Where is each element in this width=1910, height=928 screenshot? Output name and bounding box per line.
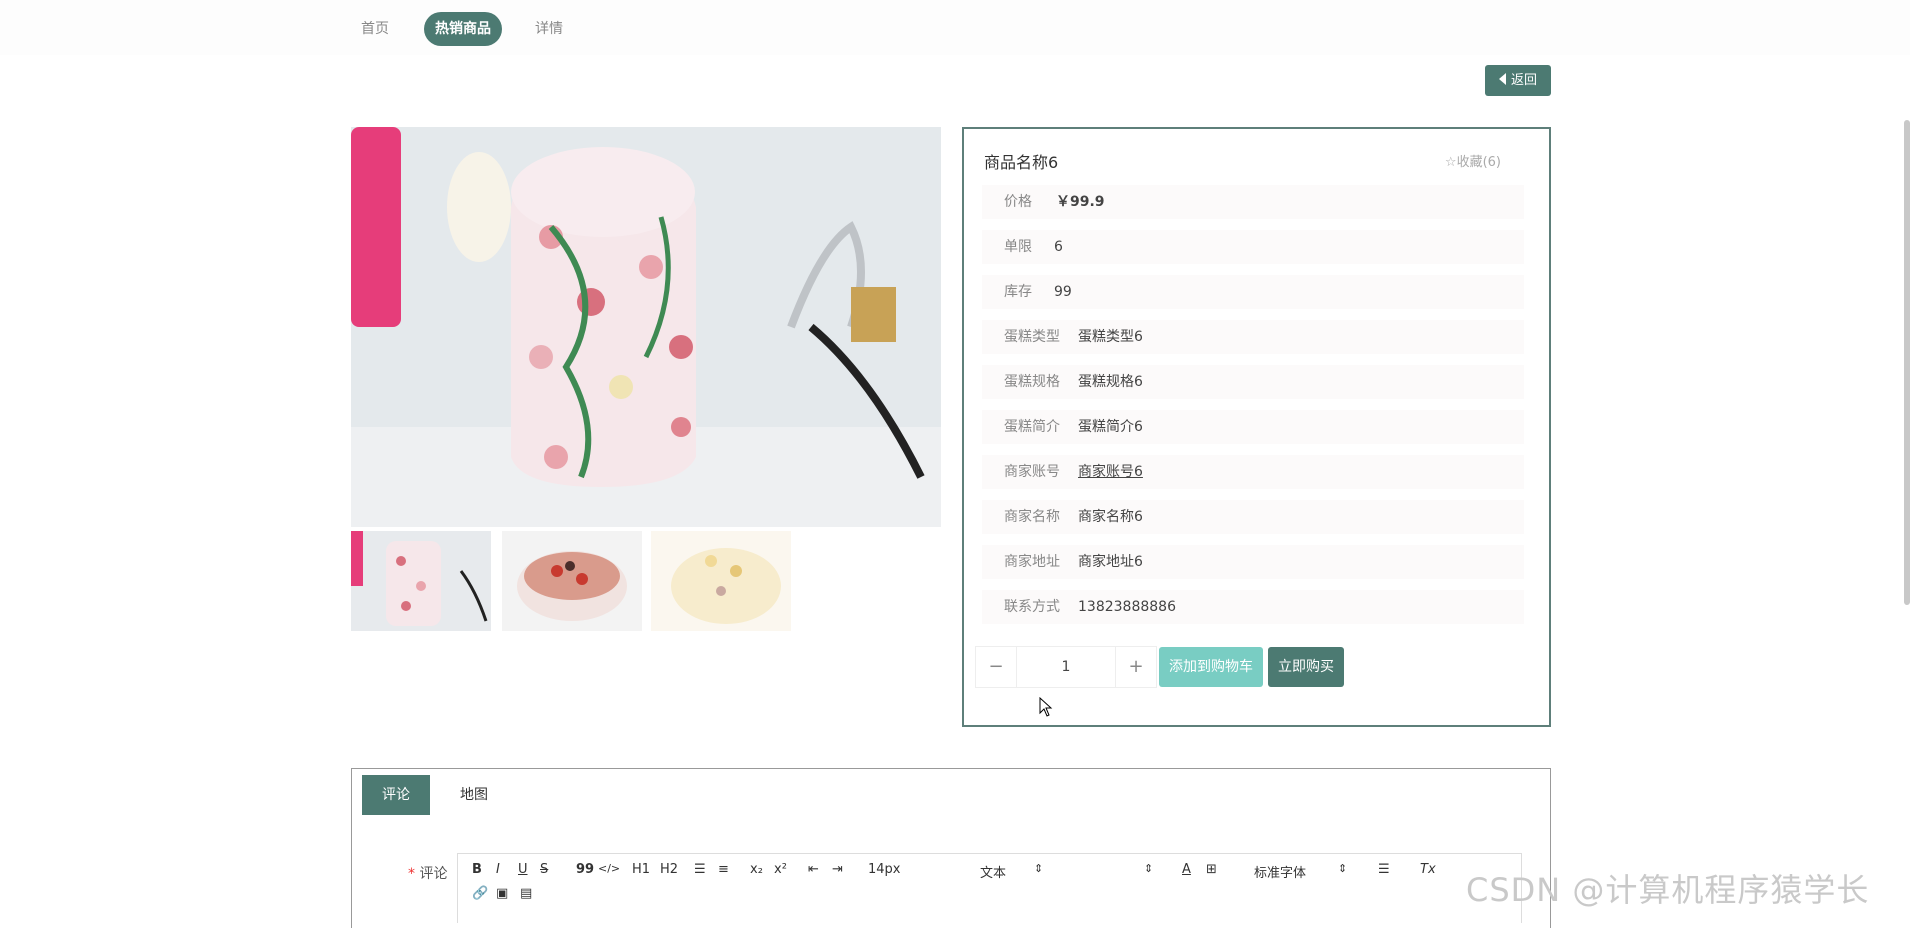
font-family-arrow-icon: ⇕ (1338, 862, 1348, 875)
align-icon[interactable]: ☰ (1378, 862, 1390, 877)
thumbnail-2-image (502, 531, 642, 631)
product-name: 商品名称6 (984, 153, 1059, 172)
top-nav: 首页 热销商品 详情 (0, 0, 1910, 55)
product-info-panel: 商品名称6 ☆收藏(6) 价格 ￥99.9 单限 6 库存 99 蛋糕类型 蛋糕… (962, 127, 1551, 727)
font-size-select[interactable]: 14px (868, 862, 901, 877)
strike-button[interactable]: S (540, 862, 548, 877)
merchant-account-label: 商家账号 (1004, 464, 1060, 480)
thumbnail-1-image (351, 531, 491, 631)
image-icon[interactable]: ▣ (496, 886, 508, 901)
scrollbar[interactable] (1904, 120, 1910, 605)
info-row-contact: 联系方式 13823888886 (982, 590, 1524, 624)
underline-button[interactable]: U (518, 862, 528, 877)
video-icon[interactable]: ▤ (520, 886, 532, 901)
info-row-cake-type: 蛋糕类型 蛋糕类型6 (982, 320, 1524, 354)
limit-label: 单限 (1004, 239, 1032, 255)
comment-field-label: * 评论 (408, 863, 447, 883)
limit-value: 6 (1054, 239, 1063, 255)
merchant-name-value: 商家名称6 (1078, 509, 1143, 525)
thumbnail-1[interactable] (351, 531, 491, 631)
cake-spec-label: 蛋糕规格 (1004, 374, 1060, 390)
outdent-icon[interactable]: ⇤ (808, 862, 819, 877)
caret-left-icon (1498, 73, 1506, 85)
info-row-limit: 单限 6 (982, 230, 1524, 264)
background-color-icon[interactable]: ⊞ (1206, 862, 1217, 877)
tab-map[interactable]: 地图 (454, 775, 494, 815)
product-main-image (351, 127, 941, 527)
merchant-name-label: 商家名称 (1004, 509, 1060, 525)
cake-intro-label: 蛋糕简介 (1004, 419, 1060, 435)
buy-now-button[interactable]: 立即购买 (1268, 647, 1344, 687)
thumbnail-3-image (651, 531, 791, 631)
merchant-address-label: 商家地址 (1004, 554, 1060, 570)
quantity-stepper: − 1 + (975, 646, 1157, 688)
comment-section: 评论 地图 * 评论 B I U S 99 </> H1 H2 ☰ ≡ x₂ x… (351, 768, 1551, 928)
info-row-cake-spec: 蛋糕规格 蛋糕规格6 (982, 365, 1524, 399)
decrease-button[interactable]: − (976, 647, 1016, 687)
code-button[interactable]: </> (598, 862, 620, 875)
required-mark: * (408, 866, 415, 882)
bullet-list-icon[interactable]: ≡ (718, 862, 729, 877)
clear-format-icon[interactable]: Tx (1420, 862, 1436, 877)
back-button[interactable]: 返回 (1485, 65, 1551, 96)
h2-button[interactable]: H2 (660, 862, 678, 877)
cake-spec-value: 蛋糕规格6 (1078, 374, 1143, 390)
text-style-arrow-icon: ⇕ (1144, 862, 1154, 875)
quantity-input[interactable]: 1 (1016, 647, 1116, 687)
text-color-icon[interactable]: A (1182, 862, 1191, 877)
favorite-button[interactable]: ☆收藏(6) (1445, 151, 1501, 170)
increase-button[interactable]: + (1116, 647, 1156, 687)
indent-icon[interactable]: ⇥ (832, 862, 843, 877)
price-label: 价格 (1004, 194, 1032, 210)
star-icon: ☆ (1444, 155, 1457, 170)
watermark: CSDN @计算机程序猿学长 (1466, 871, 1870, 909)
nav-home[interactable]: 首页 (350, 12, 400, 46)
link-icon[interactable]: 🔗 (472, 886, 488, 901)
favorite-label: 收藏(6) (1456, 155, 1501, 170)
thumbnail-3[interactable] (651, 531, 791, 631)
back-label: 返回 (1510, 73, 1537, 88)
price-value: ￥99.9 (1056, 194, 1105, 210)
quote-button[interactable]: 99 (576, 862, 594, 877)
font-size-arrow-icon: ⇕ (1034, 862, 1044, 875)
cake-type-value: 蛋糕类型6 (1078, 329, 1143, 345)
merchant-account-link[interactable]: 商家账号6 (1078, 455, 1143, 489)
tab-comment[interactable]: 评论 (362, 775, 430, 815)
bold-button[interactable]: B (472, 862, 482, 877)
add-to-cart-button[interactable]: 添加到购物车 (1159, 647, 1263, 687)
text-style-select[interactable]: 文本 (980, 862, 1006, 881)
nav-detail[interactable]: 详情 (524, 12, 574, 46)
info-row-merchant-account: 商家账号 商家账号6 (982, 455, 1524, 489)
info-row-stock: 库存 99 (982, 275, 1524, 309)
nav-hot-products[interactable]: 热销商品 (424, 12, 502, 46)
contact-value: 13823888886 (1078, 599, 1176, 615)
info-row-price: 价格 ￥99.9 (982, 185, 1524, 219)
cake-intro-value: 蛋糕简介6 (1078, 419, 1143, 435)
comment-editor[interactable]: B I U S 99 </> H1 H2 ☰ ≡ x₂ x² ⇤ ⇥ 14px … (457, 853, 1522, 923)
info-row-merchant-address: 商家地址 商家地址6 (982, 545, 1524, 579)
font-family-select[interactable]: 标准字体 (1254, 862, 1306, 881)
comment-label-text: 评论 (419, 866, 448, 882)
h1-button[interactable]: H1 (632, 862, 650, 877)
merchant-address-value: 商家地址6 (1078, 554, 1143, 570)
italic-button[interactable]: I (496, 862, 500, 877)
subscript-button[interactable]: x₂ (750, 862, 763, 877)
superscript-button[interactable]: x² (774, 862, 787, 877)
stock-label: 库存 (1004, 284, 1032, 300)
mouse-cursor-icon (1039, 697, 1053, 717)
info-row-cake-intro: 蛋糕简介 蛋糕简介6 (982, 410, 1524, 444)
stock-value: 99 (1054, 284, 1072, 300)
cake-image (351, 127, 941, 527)
thumbnail-2[interactable] (502, 531, 642, 631)
cake-type-label: 蛋糕类型 (1004, 329, 1060, 345)
ordered-list-icon[interactable]: ☰ (694, 862, 706, 877)
contact-label: 联系方式 (1004, 599, 1060, 615)
info-row-merchant-name: 商家名称 商家名称6 (982, 500, 1524, 534)
